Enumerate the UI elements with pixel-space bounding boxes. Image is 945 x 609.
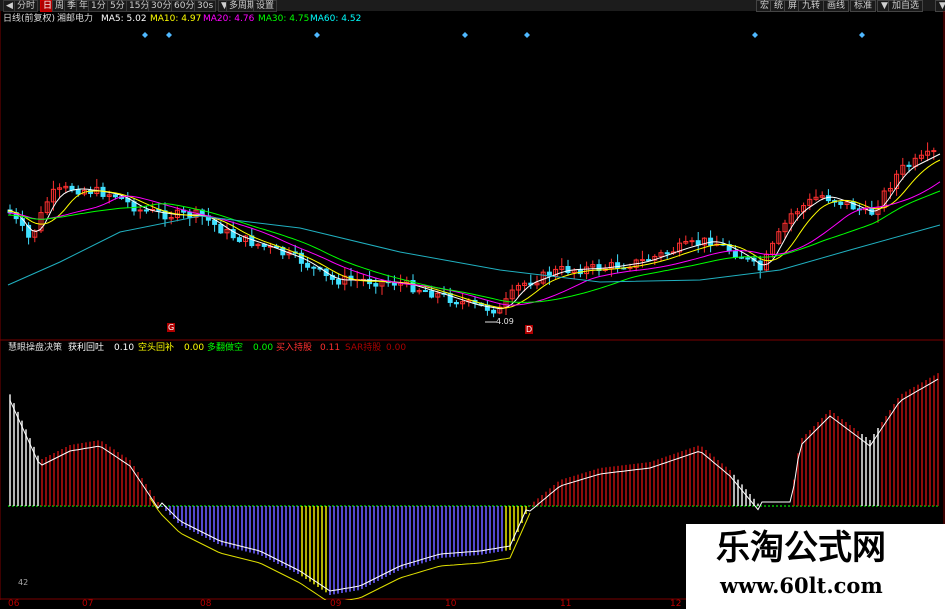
x-tick-06: 06: [8, 599, 20, 609]
candle-body: [695, 240, 701, 246]
signal-diamond-6: [859, 32, 865, 38]
candle-body: [745, 257, 751, 260]
ma60-line: [7, 215, 941, 286]
candle-body: [491, 309, 497, 314]
indicator-item-1-value: 0.10: [114, 343, 135, 353]
ma10-line: [7, 159, 941, 309]
ma20-line: [7, 181, 941, 306]
x-tick-10: 10: [445, 599, 457, 609]
signal-diamond-0: [142, 32, 148, 38]
candle-body: [689, 240, 695, 243]
candle-body: [639, 259, 645, 262]
indicator-axis-value: 42: [18, 578, 29, 587]
low-price-marker: 4.09: [496, 317, 514, 326]
x-tick-11: 11: [560, 599, 572, 609]
indicator-item-4-value: 0.11: [320, 343, 341, 353]
price-chart[interactable]: [0, 0, 945, 600]
indicator-item-2-label: 空头回补: [138, 343, 175, 353]
candle-body: [137, 209, 143, 212]
candle-body: [249, 235, 255, 247]
candle-body: [838, 201, 844, 206]
candle-body: [429, 290, 435, 298]
candle-body: [373, 283, 379, 287]
candle-body: [236, 237, 242, 242]
candle-body: [453, 301, 459, 305]
watermark-box: 乐淘公式网 www.60lt.com: [686, 524, 945, 609]
candle-body: [131, 201, 137, 212]
candle-body: [75, 189, 81, 195]
signal-diamond-5: [752, 32, 758, 38]
signal-diamond-4: [524, 32, 530, 38]
indicator-item-3-value: 0.00: [253, 343, 274, 353]
x-tick-09: 09: [330, 599, 342, 609]
candle-body: [69, 185, 75, 191]
candle-body: [305, 262, 311, 268]
indicator-item-2-value: 0.00: [184, 343, 205, 353]
candle-body: [218, 223, 224, 234]
x-tick-07: 07: [82, 599, 94, 609]
indicator-title[interactable]: 慧眼操盘决策: [8, 343, 62, 354]
candle-body: [336, 278, 342, 285]
signal-diamond-1: [166, 32, 172, 38]
chart-window: { "toolbar": { "left_buttons": [ {"label…: [0, 0, 945, 609]
candle-body: [422, 290, 428, 293]
watermark-url: www.60lt.com: [720, 573, 883, 598]
candle-body: [906, 164, 912, 167]
candle-body: [757, 260, 763, 271]
candle-body: [931, 150, 937, 153]
candle-body: [311, 266, 317, 269]
candle-body: [143, 209, 149, 212]
candle-body: [664, 252, 670, 255]
indicator-item-5-value: 0.00: [386, 343, 407, 353]
ma30-line: [7, 190, 941, 303]
candle-body: [112, 194, 118, 198]
signal-marker-right: D: [525, 325, 534, 334]
indicator-yellow-line: [149, 497, 531, 600]
signal-marker-left: G: [167, 323, 176, 332]
indicator-item-3-label: 多翻做空: [207, 343, 244, 353]
indicator-item-5-label: SAR持股: [345, 343, 382, 353]
signal-diamond-2: [314, 32, 320, 38]
candle-body: [732, 250, 738, 258]
signal-diamond-3: [462, 32, 468, 38]
indicator-item-4-label: 买入持股: [276, 343, 313, 353]
x-tick-12: 12: [670, 599, 682, 609]
ma5-line: [7, 153, 941, 310]
watermark-title: 乐淘公式网: [716, 528, 886, 568]
x-tick-08: 08: [200, 599, 212, 609]
indicator-item-1-label: 获利回吐: [68, 343, 105, 353]
